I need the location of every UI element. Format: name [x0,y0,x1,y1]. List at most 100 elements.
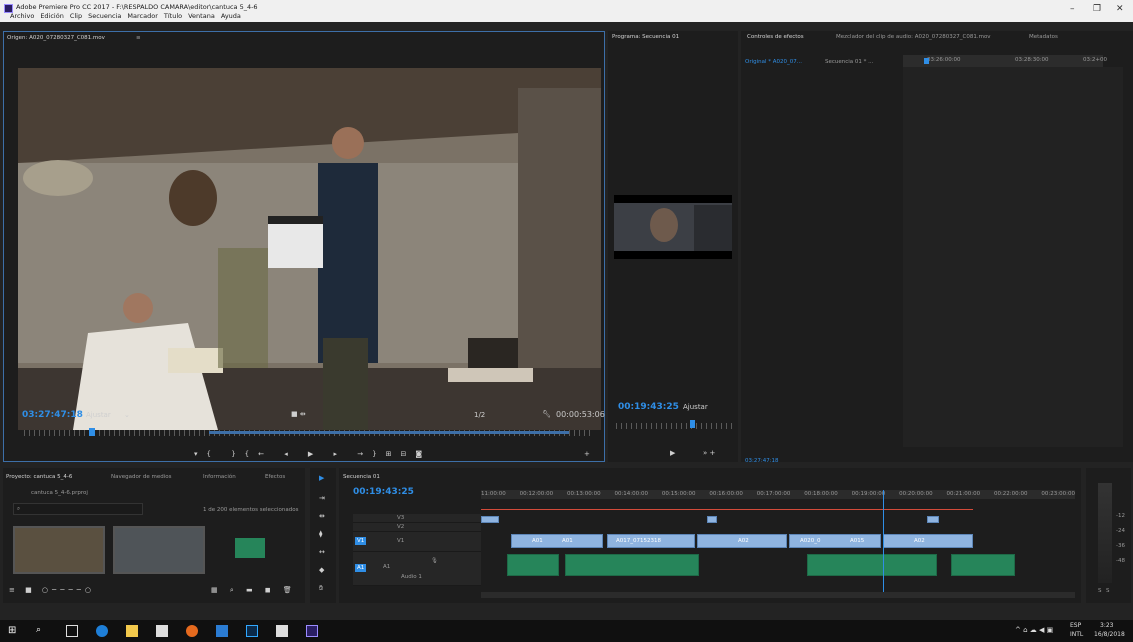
audio-clip[interactable] [507,554,559,576]
source-video-frame[interactable] [18,68,601,430]
file-explorer-icon[interactable] [126,625,138,637]
menu-edicion[interactable]: Edición [40,12,64,20]
chevron-down-icon[interactable]: ⌄ [124,411,130,419]
video-clip-v3[interactable] [927,516,939,523]
pen-tool-icon[interactable]: ◆ [319,566,324,574]
source-playhead[interactable] [89,428,95,436]
tab-effects[interactable]: Efectos [265,474,285,480]
edge-icon[interactable] [96,625,108,637]
track-header-v2[interactable]: V2 [353,523,481,532]
tab-media-browser[interactable]: Navegador de medios [111,474,171,480]
clock-date[interactable]: 16/8/2018 [1094,631,1125,638]
effects-time-ruler[interactable]: 03:26:00:00 03:28:30:00 03:2+00 [903,55,1107,67]
source-patch-a1[interactable]: A1 [355,564,367,572]
sequence-clip-selector[interactable]: Secuencia 01 * ... [825,59,873,65]
more-controls-icon[interactable]: » + [703,449,715,457]
photoshop-icon[interactable] [246,625,258,637]
photos-icon[interactable] [276,625,288,637]
menu-clip[interactable]: Clip [70,12,82,20]
track-header-v3[interactable]: V3 [353,514,481,523]
track-select-tool-icon[interactable]: ⇥ [319,494,325,502]
effects-keyframe-area[interactable] [903,67,1123,447]
project-view-controls[interactable]: ≡ ■ ○────○ [9,586,95,594]
menu-ayuda[interactable]: Ayuda [221,12,241,20]
tab-effects-controls[interactable]: Controles de efectos [747,34,804,40]
source-timecode[interactable]: 03:27:47:18 [22,410,83,420]
effects-playhead[interactable] [924,58,929,64]
menu-titulo[interactable]: Título [164,12,182,20]
input-language[interactable]: ESP [1070,622,1081,629]
source-fit-dropdown[interactable]: Ajustar [86,411,111,419]
restore-icon[interactable]: ❐ [1093,4,1101,14]
tab-project[interactable]: Proyecto: cantuca 5_4-6 [6,474,72,480]
program-monitor-tab[interactable]: Programa: Secuencia 01 [612,34,679,40]
project-action-icons[interactable]: ▦ ⌕ ▬ ◼ 🗑︎ [211,586,297,595]
video-clip[interactable]: A020_0 A015 [789,534,881,548]
source-resolution-dropdown[interactable]: 1/2 [474,411,485,419]
wrench-icon[interactable]: 🔧︎ [542,410,551,418]
search-icon[interactable]: ⌕ [36,625,48,637]
program-timecode[interactable]: 00:19:43:25 [618,402,679,412]
video-clip-v3[interactable] [481,516,499,523]
minimize-icon[interactable]: – [1070,4,1075,14]
menu-archivo[interactable]: Archivo [10,12,34,20]
menu-marcador[interactable]: Marcador [127,12,157,20]
timeline-timecode[interactable]: 00:19:43:25 [353,487,414,497]
source-transport-controls[interactable]: ▾{ }{← ◂ ▶ ▸ →}⊞⊟◙ [194,450,431,458]
word-icon[interactable] [216,625,228,637]
track-header-a1[interactable]: A1 A1 Audio 1 🎙︎ [353,552,481,586]
menu-ventana[interactable]: Ventana [188,12,215,20]
program-playhead[interactable] [690,420,695,428]
hand-tool-icon[interactable]: ✋︎ [319,584,323,593]
mic-icon[interactable]: 🎙︎ [431,558,438,564]
video-clip[interactable]: A017_07152318 [607,534,695,548]
tab-audio-clip-mixer[interactable]: Mezclador del clip de audio: A020_072803… [836,34,991,40]
source-patch-v1[interactable]: V1 [355,537,367,545]
task-view-icon[interactable] [66,625,78,637]
play-icon[interactable]: ▶ [670,449,675,457]
tray-icons[interactable]: ^ ⌂ ☁ ◀ ▣ [1015,626,1053,634]
audio-clip-icon[interactable] [235,538,265,558]
clock-time[interactable]: 3:23 [1100,622,1113,629]
panel-menu-icon[interactable]: ≡ [136,35,141,41]
tab-metadata[interactable]: Metadatos [1029,34,1058,40]
ripple-edit-tool-icon[interactable]: ⇹ [319,512,325,520]
video-clip[interactable]: A02 [883,534,973,548]
close-icon[interactable]: ✕ [1116,4,1124,14]
audio-clip[interactable] [565,554,699,576]
project-file-name: cantuca 5_4-6.prproj [31,490,88,496]
program-video-frame[interactable] [614,195,732,259]
track-header-v1[interactable]: V1 V1 [353,532,481,552]
premiere-taskbar-icon[interactable] [306,625,318,637]
source-monitor-tab[interactable]: Origen: A020_07280327_C081.mov [7,35,105,41]
video-clip[interactable]: A01 A01 [511,534,603,548]
timeline-playhead[interactable] [883,490,884,598]
project-thumbnail-1[interactable] [13,526,105,574]
audio-clip[interactable] [807,554,937,576]
timeline-tab[interactable]: Secuencia 01 [343,474,380,480]
video-clip-v3[interactable] [707,516,717,523]
program-fit-dropdown[interactable]: Ajustar [683,403,708,411]
slip-tool-icon[interactable]: ↔ [319,548,325,556]
source-clip-selector[interactable]: Original * A020_07... [745,59,802,65]
selection-tool-icon[interactable]: ▶ [319,474,324,482]
project-thumbnail-2[interactable] [113,526,205,574]
tab-info[interactable]: Información [203,474,236,480]
store-icon[interactable] [156,625,168,637]
timeline-panel: Secuencia 01 00:19:43:25 11:00:00 00:12:… [339,468,1081,603]
solo-left-button[interactable]: S [1098,588,1102,594]
export-frame-icon[interactable]: ■ ⇹ [291,410,306,418]
menu-secuencia[interactable]: Secuencia [88,12,121,20]
timeline-time-ruler[interactable]: 11:00:00 00:12:00:00 00:13:00:00 00:14:0… [481,490,1075,499]
audio-clip[interactable] [951,554,1015,576]
program-time-ruler[interactable] [616,423,732,429]
firefox-icon[interactable] [186,625,198,637]
keyboard-layout[interactable]: INTL [1070,631,1083,638]
windows-start-icon[interactable]: ⊞ [8,625,20,637]
add-button-icon[interactable]: + [584,450,590,458]
solo-right-button[interactable]: S [1106,588,1110,594]
video-clip[interactable]: A02 [697,534,787,548]
project-search-input[interactable]: ⌕ [13,503,143,515]
razor-tool-icon[interactable]: ⧫ [319,530,322,538]
timeline-scrollbar[interactable] [481,592,1075,598]
